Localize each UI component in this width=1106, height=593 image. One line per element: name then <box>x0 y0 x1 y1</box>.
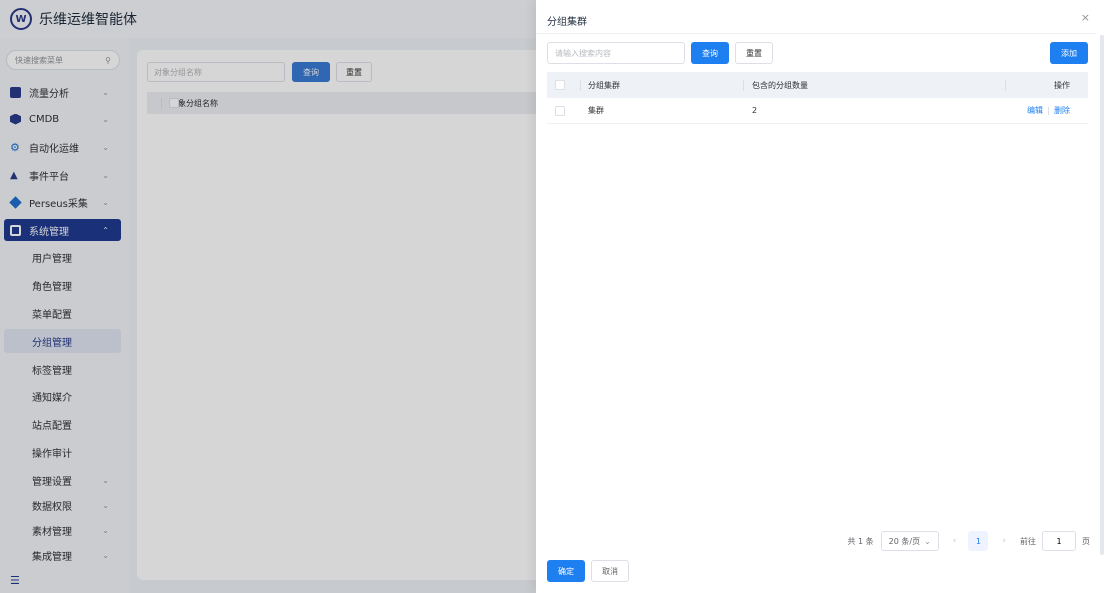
page-size-value: 20 条/页 <box>888 536 921 546</box>
pagination: 共 1 条 20 条/页 ⌄ ‹ 1 › 前往 页 <box>847 531 1090 551</box>
row-checkbox[interactable] <box>555 105 565 116</box>
group-cluster-drawer: 分组集群 × 查询 重置 添加 分组集群 包含的分组数量 操作 集群 2 编辑 删… <box>536 0 1106 593</box>
goto-page-input[interactable] <box>1042 531 1076 551</box>
cell-cluster-name: 集群 <box>588 106 604 115</box>
action-divider <box>1048 106 1049 115</box>
page-size-select[interactable]: 20 条/页 ⌄ <box>880 531 939 551</box>
cluster-table: 分组集群 包含的分组数量 操作 集群 2 编辑 删除 <box>547 72 1088 124</box>
next-page-icon[interactable]: › <box>1002 536 1006 546</box>
column-header-count: 包含的分组数量 <box>752 80 808 90</box>
column-header-cluster: 分组集群 <box>588 80 620 90</box>
drawer-scrollbar[interactable] <box>1100 35 1104 555</box>
goto-label: 前往 <box>1020 536 1036 546</box>
cell-group-count: 2 <box>752 106 758 115</box>
cell-actions: 编辑 删除 <box>1027 105 1070 116</box>
column-header-actions: 操作 <box>1054 80 1070 90</box>
select-all-checkbox[interactable] <box>555 80 565 90</box>
drawer-query-button[interactable]: 查询 <box>691 42 729 64</box>
page-number-current[interactable]: 1 <box>968 531 989 551</box>
table-row: 集群 2 编辑 删除 <box>547 98 1088 124</box>
column-divider <box>580 79 581 91</box>
column-divider <box>743 79 744 91</box>
pagination-total: 共 1 条 <box>847 536 874 546</box>
drawer-reset-button[interactable]: 重置 <box>735 42 773 64</box>
column-divider <box>1005 79 1006 91</box>
drawer-add-button[interactable]: 添加 <box>1050 42 1088 64</box>
drawer-divider <box>536 33 1096 34</box>
close-icon[interactable]: × <box>1081 11 1090 24</box>
drawer-title: 分组集群 <box>547 17 587 28</box>
drawer-search-input[interactable] <box>547 42 685 64</box>
edit-link[interactable]: 编辑 <box>1027 106 1043 115</box>
table-header: 分组集群 包含的分组数量 操作 <box>547 72 1088 98</box>
prev-page-icon[interactable]: ‹ <box>953 536 957 546</box>
confirm-button[interactable]: 确定 <box>547 560 585 582</box>
chevron-down-icon: ⌄ <box>924 536 931 546</box>
cancel-button[interactable]: 取消 <box>591 560 629 582</box>
page-suffix-label: 页 <box>1082 536 1090 546</box>
delete-link[interactable]: 删除 <box>1054 106 1070 115</box>
